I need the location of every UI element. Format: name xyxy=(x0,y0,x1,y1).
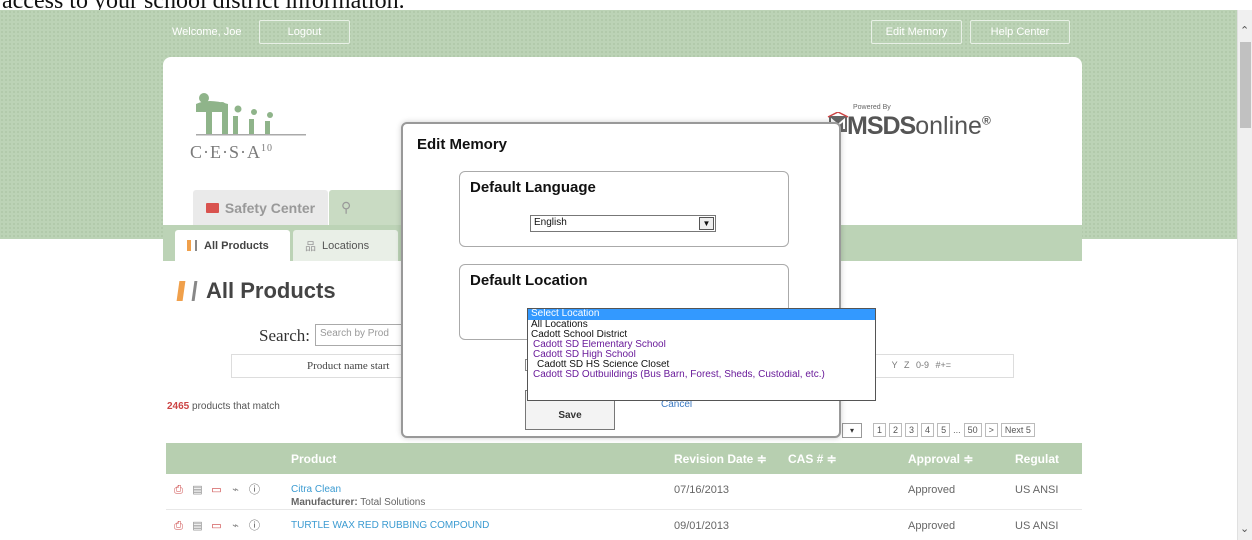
column-product[interactable]: Product xyxy=(291,452,336,466)
next-5-button[interactable]: Next 5 xyxy=(1000,423,1035,437)
subtab-locations[interactable]: 品 Locations xyxy=(293,230,398,261)
info-icon[interactable]: ⓘ xyxy=(248,484,261,497)
scroll-thumb[interactable] xyxy=(1240,42,1251,128)
language-select[interactable]: English ▼ xyxy=(530,215,716,232)
chevron-down-icon: ▼ xyxy=(699,217,714,230)
products-icon xyxy=(187,240,197,251)
revision-date: 09/01/2013 xyxy=(674,520,730,532)
tab-search[interactable]: ⚲ xyxy=(329,190,409,225)
next-page-button[interactable]: > xyxy=(984,423,998,437)
alpha-filter-label: Product name start xyxy=(307,360,390,372)
dialog-title: Edit Memory xyxy=(417,136,508,153)
chevron-down-icon: ▾ xyxy=(849,426,854,435)
pagination: 1 2 3 4 5 ... 50 > Next 5 xyxy=(873,423,1035,437)
location-dropdown-list[interactable]: Select Location All Locations Cadott Sch… xyxy=(527,308,876,401)
product-name-link[interactable]: TURTLE WAX RED RUBBING COMPOUND xyxy=(291,520,489,531)
search-input[interactable]: Search by Prod xyxy=(315,324,405,346)
logout-button[interactable]: Logout xyxy=(259,20,350,44)
info-icon[interactable]: ⓘ xyxy=(248,520,261,533)
powered-by-label: Powered By xyxy=(853,104,891,111)
label-icon[interactable]: ▭ xyxy=(210,484,223,497)
table-row: ⎙ ▤ ▭ ⌁ ⓘ TURTLE WAX RED RUBBING COMPOUN… xyxy=(166,510,1082,540)
pdf-icon[interactable]: ⎙ xyxy=(172,520,185,533)
alpha-filter-letters[interactable]: Y Z 0-9 #+= xyxy=(892,360,951,370)
approval-status: Approved xyxy=(908,484,956,496)
scroll-up-icon[interactable]: ⌃ xyxy=(1240,26,1249,37)
edit-memory-button[interactable]: Edit Memory xyxy=(871,20,962,44)
location-option[interactable]: Cadott SD Outbuildings (Bus Barn, Forest… xyxy=(528,370,875,380)
page-ellipsis: ... xyxy=(953,425,961,435)
page-link[interactable]: 3 xyxy=(905,423,919,437)
page-link[interactable]: 4 xyxy=(921,423,935,437)
link-icon[interactable]: ⌁ xyxy=(229,484,242,497)
products-icon xyxy=(176,281,198,301)
vertical-scrollbar[interactable]: ⌃ ⌄ xyxy=(1237,10,1252,540)
logo-text: C·E·S·A10 xyxy=(190,142,273,162)
search-icon: ⚲ xyxy=(341,199,352,215)
result-count: 2465 products that match xyxy=(167,401,280,412)
location-option[interactable]: Cadott SD High School xyxy=(528,350,875,360)
label-icon[interactable]: ▭ xyxy=(210,520,223,533)
page-title: All Products xyxy=(176,278,336,304)
page-link[interactable]: 5 xyxy=(937,423,951,437)
column-revision-date[interactable]: Revision Date ≑ xyxy=(674,452,767,466)
table-header: Product Revision Date ≑ CAS # ≑ Approval… xyxy=(166,443,1082,474)
locations-icon: 品 xyxy=(305,240,316,253)
manufacturer: Manufacturer: Total Solutions xyxy=(291,497,426,508)
location-option[interactable]: Select Location xyxy=(528,309,875,320)
page-size-select[interactable]: ▾ xyxy=(842,423,862,438)
table-row: ⎙ ▤ ▭ ⌁ ⓘ Citra Clean Manufacturer: Tota… xyxy=(166,474,1082,510)
document-icon[interactable]: ▤ xyxy=(191,484,204,497)
regulatory: US ANSI xyxy=(1015,484,1059,496)
language-heading: Default Language xyxy=(470,179,596,196)
location-option[interactable]: Cadott SD Elementary School xyxy=(528,340,875,350)
welcome-text: Welcome, Joe xyxy=(172,26,242,38)
page-link[interactable]: 2 xyxy=(889,423,903,437)
approval-status: Approved xyxy=(908,520,956,532)
default-language-panel: Default Language English ▼ xyxy=(459,171,789,247)
help-center-button[interactable]: Help Center xyxy=(970,20,1070,44)
revision-date: 07/16/2013 xyxy=(674,484,730,496)
column-approval[interactable]: Approval ≑ xyxy=(908,452,973,466)
column-regulatory[interactable]: Regulat xyxy=(1015,452,1059,466)
location-option[interactable]: Cadott School District xyxy=(528,330,875,340)
pdf-icon[interactable]: ⎙ xyxy=(172,484,185,497)
regulatory: US ANSI xyxy=(1015,520,1059,532)
column-cas[interactable]: CAS # ≑ xyxy=(788,452,837,466)
search-label: Search: xyxy=(259,326,310,345)
tab-safety-center[interactable]: Safety Center xyxy=(193,190,328,225)
product-name-link[interactable]: Citra Clean xyxy=(291,484,341,495)
msds-logo-text: MSDSonline® xyxy=(847,112,991,140)
location-option[interactable]: All Locations xyxy=(528,320,875,330)
link-icon[interactable]: ⌁ xyxy=(229,520,242,533)
scroll-down-icon[interactable]: ⌄ xyxy=(1240,524,1249,535)
document-icon[interactable]: ▤ xyxy=(191,520,204,533)
folder-icon xyxy=(205,202,219,213)
location-option[interactable]: Cadott SD HS Science Closet xyxy=(528,360,875,370)
page-link[interactable]: 1 xyxy=(873,423,887,437)
subtab-all-products[interactable]: All Products xyxy=(175,230,290,261)
page-link[interactable]: 50 xyxy=(963,423,982,437)
location-heading: Default Location xyxy=(470,272,588,289)
